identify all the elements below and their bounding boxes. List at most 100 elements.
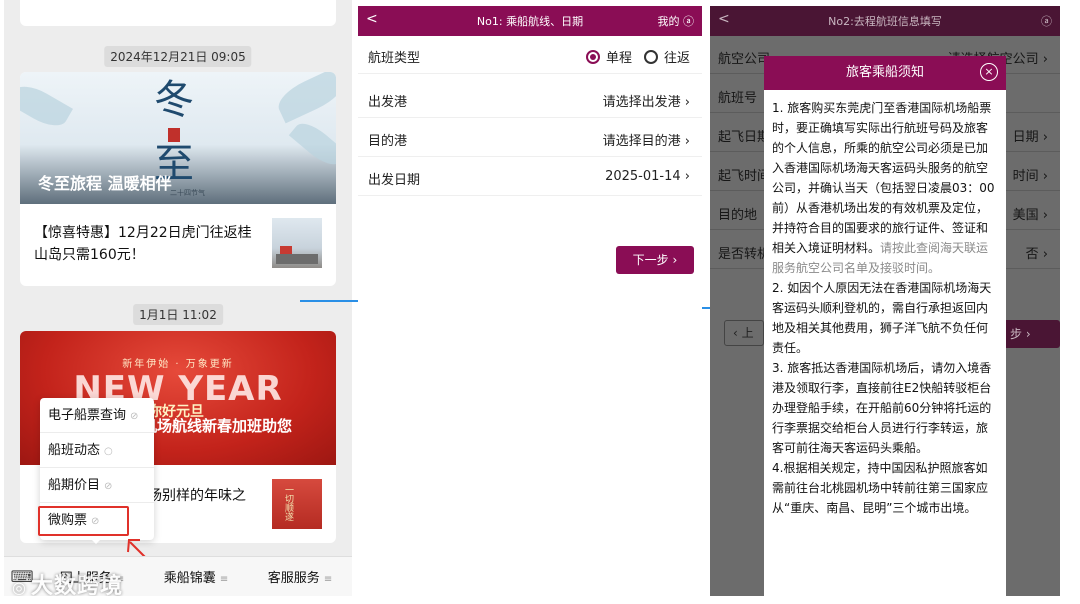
- field-label: 出发港: [368, 95, 408, 110]
- user-icon[interactable]: ⓐ: [1041, 13, 1052, 29]
- leaf-decoration: [20, 78, 73, 134]
- menu-item-eticket-query[interactable]: 电子船票查询 ⊘: [40, 398, 154, 433]
- takeoff-date-select[interactable]: 日期 ›: [1013, 126, 1048, 145]
- departure-port-select[interactable]: 请选择出发港 ›: [603, 91, 690, 110]
- timestamp: 1月1日 11:02: [133, 304, 223, 325]
- radio-label: 往返: [663, 51, 690, 66]
- chevron-right-icon: ›: [672, 253, 678, 267]
- thumbnail-text: 一切顺遂: [283, 485, 293, 521]
- user-icon: ⓐ: [683, 15, 694, 28]
- thumbnail-detail: [276, 254, 318, 264]
- page-title: No2:去程航班信息填写: [828, 15, 942, 28]
- passenger-notice-modal: 旅客乘船须知 × 1. 旅客购买东莞虎门至香港国际机场船票时，要正确填写实际出行…: [764, 56, 1006, 596]
- watermark: ◎ 大数跨境: [12, 568, 123, 596]
- chevron-right-icon: ›: [684, 95, 690, 110]
- field-label: 目的地: [718, 208, 758, 223]
- highlight-box: [38, 506, 129, 536]
- select-value: 日期: [1012, 130, 1039, 145]
- menu-item-label: 电子船票查询: [48, 408, 127, 423]
- field-label: 起飞日期: [718, 130, 771, 145]
- field-label: 航班类型: [368, 51, 421, 66]
- field-label: 出发日期: [368, 173, 421, 188]
- next-step-button[interactable]: 步 ›: [1002, 320, 1060, 348]
- takeoff-time-select[interactable]: 时间 ›: [1013, 165, 1048, 184]
- leaf-decoration: [272, 72, 336, 124]
- destination-port-select[interactable]: 请选择目的港 ›: [603, 130, 690, 149]
- menu-customer-service[interactable]: 客服服务 ≡: [248, 567, 352, 586]
- route-date-form-panel: < No1: 乘船航线、日期 我的 ⓐ 航班类型 单程 往返 出发港 请选择出发…: [358, 6, 702, 602]
- watermark-text: 大数跨境: [30, 574, 123, 596]
- transfer-select[interactable]: 否 ›: [1026, 243, 1048, 262]
- article-card-solstice[interactable]: 冬 至 冬至旅程 温暖相伴 二十四节气 【惊喜特惠】12月22日虎门往返桂山岛只…: [20, 72, 336, 286]
- flight-type-row: 航班类型 单程 往返: [358, 36, 702, 74]
- menu-item-label: 船期价目: [48, 478, 101, 493]
- field-label: 航空公司: [718, 52, 771, 67]
- select-value: 2025-01-14: [605, 169, 681, 184]
- departure-date-select[interactable]: 2025-01-14 ›: [605, 169, 690, 184]
- leaf-decoration: [288, 116, 336, 172]
- prev-step-button[interactable]: ‹ 上: [724, 320, 764, 346]
- flight-info-form-panel: < No2:去程航班信息填写 ⓐ 航空公司请选择航空公司 › 航班号 起飞日期日…: [710, 6, 1060, 596]
- modal-title: 旅客乘船须知: [845, 65, 924, 80]
- article-row[interactable]: 【惊喜特惠】12月22日虎门往返桂山岛只需160元！: [20, 204, 336, 286]
- button-label: 步: [1010, 327, 1023, 341]
- departure-date-row[interactable]: 出发日期 2025-01-14 ›: [358, 158, 702, 196]
- banner-subtitle: 二十四节气: [170, 189, 205, 197]
- link-icon: ⊘: [130, 411, 139, 422]
- article-thumbnail: [272, 218, 322, 268]
- field-label: 航班号: [718, 91, 758, 106]
- field-label: 目的港: [368, 134, 408, 149]
- chevron-right-icon: ›: [684, 134, 690, 149]
- notice-item-4: 4.根据相关规定，持中国因私护照旅客如需前往台北桃园机场中转前往第三国家应从“重…: [772, 461, 989, 515]
- miniprogram-icon: ○: [104, 446, 113, 457]
- article-thumbnail: 一切顺遂: [272, 479, 322, 529]
- nav-bar: < No2:去程航班信息填写 ⓐ: [710, 6, 1060, 36]
- notice-item-1: 1. 旅客购买东莞虎门至香港国际机场船票时，要正确填写实际出行航班号码及旅客的个…: [772, 98, 998, 278]
- article-text: 【惊喜特惠】12月22日虎门往返桂山岛只需160元！: [34, 225, 252, 263]
- my-account-button[interactable]: 我的 ⓐ: [658, 13, 695, 29]
- field-label: 是否转机: [718, 247, 771, 262]
- select-value: 请选择出发港: [602, 95, 681, 110]
- nav-bar: < No1: 乘船航线、日期 我的 ⓐ: [358, 6, 702, 36]
- menu-label: 客服服务: [267, 571, 320, 586]
- modal-body: 1. 旅客购买东莞虎门至香港国际机场船票时，要正确填写实际出行航班号码及旅客的个…: [764, 90, 1006, 518]
- composite-screenshot: 2024年12月21日 09:05 冬 至 冬至旅程 温暖相伴 二十四节气 【惊…: [0, 0, 1080, 604]
- menu-item-schedule-price[interactable]: 船期价目 ⊘: [40, 468, 154, 503]
- button-label: 上: [741, 326, 754, 340]
- link-icon: ⊘: [104, 481, 113, 492]
- next-step-button[interactable]: 下一步 ›: [616, 246, 694, 274]
- notice-item-3: 3. 旅客抵达香港国际机场后，请勿入境香港及领取行李，直接前往E2快船转驳柜台办…: [772, 361, 992, 455]
- menu-item-label: 船班动态: [48, 443, 101, 458]
- destination-select[interactable]: 美国 ›: [1013, 204, 1048, 223]
- solstice-banner: 冬 至 冬至旅程 温暖相伴 二十四节气: [20, 72, 336, 204]
- close-icon[interactable]: ×: [980, 63, 998, 81]
- radio-one-way[interactable]: 单程: [585, 47, 632, 66]
- my-label: 我的: [657, 15, 680, 28]
- notice-item-2: 2. 如因个人原因无法在香港国际机场海天客运码头顺利登机的，需自行承担返回内地及…: [772, 281, 992, 355]
- button-label: 下一步: [632, 253, 669, 267]
- banner-title: 冬至旅程 温暖相伴: [38, 174, 172, 193]
- seal-stamp: [168, 128, 180, 142]
- select-value: 美国: [1012, 208, 1039, 223]
- radio-label: 单程: [605, 51, 632, 66]
- message-card-partial[interactable]: [20, 0, 336, 26]
- menu-boarding-tips[interactable]: 乘船锦囊 ≡: [144, 567, 248, 586]
- banner-title: 机场航线新春加班助您: [142, 417, 293, 435]
- menu-item-ship-status[interactable]: 船班动态 ○: [40, 433, 154, 468]
- menu-label: 乘船锦囊: [163, 571, 216, 586]
- radio-checked-icon: [585, 50, 600, 64]
- watermark-logo-icon: ◎: [12, 578, 27, 596]
- modal-header: 旅客乘船须知 ×: [764, 56, 1006, 90]
- select-value: 否: [1025, 247, 1039, 262]
- chevron-right-icon: ›: [684, 169, 690, 184]
- radio-round-trip[interactable]: 往返: [643, 47, 690, 66]
- banner-small-text: 新年伊始 · 万象更新: [122, 359, 234, 370]
- menu-lines-icon: ≡: [323, 574, 333, 585]
- popup-pointer: [90, 538, 102, 544]
- destination-port-row[interactable]: 目的港 请选择目的港 ›: [358, 119, 702, 157]
- radio-unchecked-icon: [643, 50, 658, 64]
- field-label: 起飞时间: [718, 169, 771, 184]
- page-title: No1: 乘船航线、日期: [476, 15, 584, 28]
- banner-char-1: 冬: [154, 77, 194, 123]
- departure-port-row[interactable]: 出发港 请选择出发港 ›: [358, 80, 702, 118]
